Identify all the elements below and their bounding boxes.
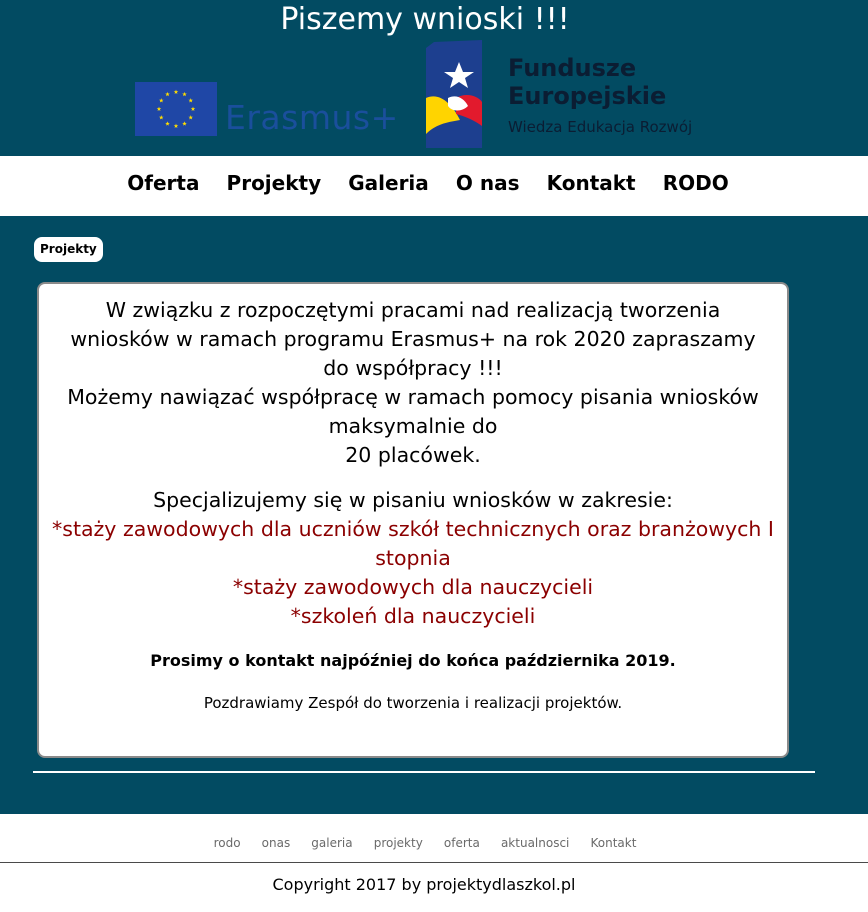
- site-header: Piszemy wnioski !!! Erasmus+ Fundusze Eu…: [0, 0, 868, 156]
- eu-star: [173, 123, 179, 128]
- specialization-item: *staży zawodowych dla uczniów szkół tech…: [52, 517, 774, 570]
- specialization-heading: Specjalizujemy się w pisaniu wniosków w …: [153, 488, 673, 512]
- eu-flag-icon: [135, 82, 217, 136]
- eu-star: [173, 89, 179, 94]
- eu-star: [156, 106, 162, 111]
- footer-link-kontakt[interactable]: Kontakt: [590, 826, 636, 860]
- lead-line: Możemy nawiązać współpracę w ramach pomo…: [67, 385, 759, 438]
- greeting-text: Pozdrawiamy Zespół do tworzenia i realiz…: [203, 694, 623, 712]
- footer-link-galeria[interactable]: galeria: [311, 826, 352, 860]
- specialization-item: *staży zawodowych dla nauczycieli: [232, 575, 594, 599]
- footer-link-oferta[interactable]: oferta: [444, 826, 480, 860]
- footer-link-onas[interactable]: onas: [262, 826, 291, 860]
- erasmus-logo: Erasmus+: [135, 82, 415, 138]
- fundusze-emblem-icon: [426, 40, 482, 148]
- eu-star: [188, 98, 193, 103]
- announcement-box: W związku z rozpoczętymi pracami nad rea…: [37, 282, 789, 758]
- deadline-notice: Prosimy o kontakt najpóźniej do końca pa…: [150, 651, 676, 670]
- footer-link-projekty[interactable]: projekty: [374, 826, 423, 860]
- fundusze-tagline: Wiedza Edukacja Rozwój: [508, 118, 693, 136]
- fundusze-name-line2: Europejskie: [508, 82, 667, 110]
- footer-link-aktualnosci[interactable]: aktualnosci: [501, 826, 569, 860]
- eu-star: [182, 121, 187, 126]
- nav-item-galeria[interactable]: Galeria: [348, 156, 429, 210]
- main-nav: Oferta Projekty Galeria O nas Kontakt RO…: [0, 156, 868, 216]
- footer-divider: [0, 862, 868, 863]
- nav-item-rodo[interactable]: RODO: [663, 156, 729, 210]
- main-content: Projekty W związku z rozpoczętymi pracam…: [0, 216, 868, 814]
- content-divider: [33, 771, 815, 773]
- eu-star: [165, 91, 170, 97]
- nav-item-o-nas[interactable]: O nas: [456, 156, 520, 210]
- fundusze-europejskie-logo: Fundusze Europejskie Wiedza Edukacja Roz…: [426, 40, 746, 150]
- lead-text: W związku z rozpoczętymi pracami nad rea…: [55, 296, 771, 470]
- nav-item-kontakt[interactable]: Kontakt: [547, 156, 636, 210]
- eu-star: [159, 98, 164, 103]
- eu-star: [182, 91, 187, 97]
- site-title: Piszemy wnioski !!!: [280, 2, 570, 37]
- footer-link-rodo[interactable]: rodo: [214, 826, 241, 860]
- lead-line: W związku z rozpoczętymi pracami nad rea…: [70, 298, 756, 380]
- fundusze-name-line1: Fundusze: [508, 54, 637, 82]
- eu-star: [165, 121, 170, 126]
- footer-nav: rodo onas galeria projekty oferta aktual…: [0, 826, 868, 860]
- eu-star: [159, 115, 164, 120]
- specialization-list: *staży zawodowych dla uczniów szkół tech…: [41, 515, 785, 631]
- lead-line: 20 placówek.: [345, 443, 481, 467]
- fundusze-logo-name: Fundusze Europejskie: [508, 54, 666, 110]
- section-badge: Projekty: [34, 237, 103, 262]
- specialization-item: *szkoleń dla nauczycieli: [290, 604, 536, 628]
- copyright-text: Copyright 2017 by projektydlaszkol.pl: [272, 875, 576, 894]
- erasmus-logo-text: Erasmus+: [225, 98, 399, 137]
- nav-item-oferta[interactable]: Oferta: [127, 156, 199, 210]
- nav-item-projekty[interactable]: Projekty: [227, 156, 322, 210]
- eu-star: [188, 115, 193, 120]
- eu-star: [190, 106, 196, 111]
